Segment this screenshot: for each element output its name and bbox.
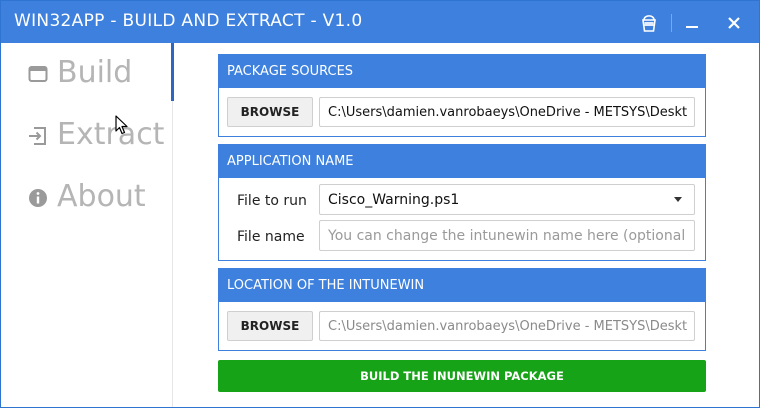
location-path-field[interactable]: C:\Users\damien.vanrobaeys\OneDrive - ME…: [319, 311, 695, 341]
application-name-header: APPLICATION NAME: [219, 145, 705, 178]
package-sources-header: PACKAGE SOURCES: [219, 55, 705, 88]
sidebar-item-extract[interactable]: Extract: [1, 111, 171, 167]
sidebar-item-label: About: [57, 179, 146, 214]
file-to-run-select[interactable]: Cisco_Warning.ps1: [319, 184, 695, 215]
sidebar-item-label: Build: [57, 55, 133, 90]
mouse-cursor-icon: [115, 115, 129, 139]
location-browse-button[interactable]: BROWSE: [227, 311, 313, 341]
extract-icon: [27, 125, 49, 147]
sidebar-active-indicator: [171, 43, 174, 101]
file-name-input[interactable]: [319, 220, 695, 251]
package-sources-panel: PACKAGE SOURCES BROWSE C:\Users\damien.v…: [218, 54, 706, 137]
minimize-icon[interactable]: [681, 12, 703, 34]
titlebar-separator: [671, 14, 672, 32]
location-header: LOCATION OF THE INTUNEWIN: [219, 269, 705, 302]
window-title: WIN32APP - BUILD AND EXTRACT - V1.0: [14, 11, 363, 31]
sidebar-item-about[interactable]: About: [1, 173, 171, 229]
bucket-icon[interactable]: [638, 12, 660, 34]
close-icon[interactable]: [723, 12, 745, 34]
location-panel: LOCATION OF THE INTUNEWIN BROWSE C:\User…: [218, 268, 706, 351]
build-package-button[interactable]: BUILD THE INUNEWIN PACKAGE: [218, 360, 706, 392]
title-bar[interactable]: WIN32APP - BUILD AND EXTRACT - V1.0: [1, 1, 759, 43]
file-to-run-value: Cisco_Warning.ps1: [328, 192, 460, 208]
application-name-panel: APPLICATION NAME File to run Cisco_Warni…: [218, 144, 706, 261]
sidebar: Build Extract About: [1, 43, 174, 407]
file-to-run-label: File to run: [237, 193, 307, 209]
window-icon: [27, 63, 49, 85]
sources-path-field[interactable]: C:\Users\damien.vanrobaeys\OneDrive - ME…: [319, 97, 695, 127]
sidebar-item-label: Extract: [57, 117, 165, 152]
sidebar-item-build[interactable]: Build: [1, 49, 171, 105]
info-icon: [27, 187, 49, 209]
file-name-label: File name: [237, 229, 305, 245]
chevron-down-icon: [674, 197, 682, 202]
sources-browse-button[interactable]: BROWSE: [227, 97, 313, 127]
app-window: WIN32APP - BUILD AND EXTRACT - V1.0 Buil…: [0, 0, 760, 408]
